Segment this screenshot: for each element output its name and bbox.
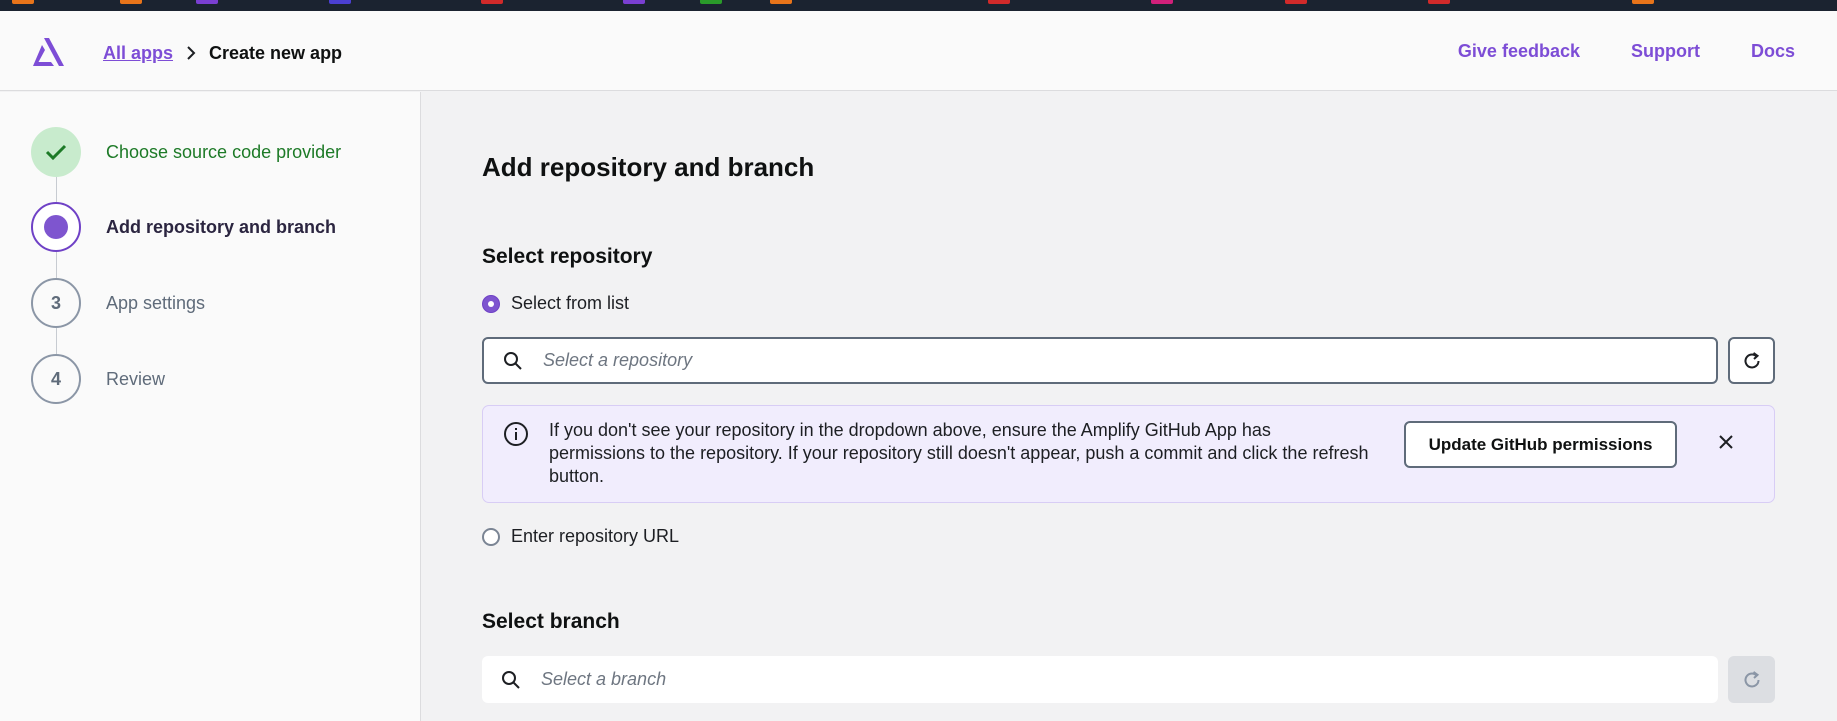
browser-bookmark-strip — [0, 0, 1837, 11]
repository-search-input[interactable] — [543, 350, 1643, 371]
amplify-logo-icon[interactable] — [31, 36, 67, 68]
radio-label: Select from list — [511, 293, 630, 313]
refresh-branches-button[interactable] — [1728, 656, 1775, 703]
radio-label: Enter repository URL — [511, 526, 680, 546]
repository-search[interactable] — [482, 337, 1718, 384]
header-links: Give feedback Support Docs — [1458, 41, 1795, 62]
close-icon[interactable] — [1714, 430, 1738, 454]
refresh-icon — [1744, 670, 1759, 687]
step-label: App settings — [106, 292, 206, 313]
update-github-permissions-button[interactable]: Update GitHub permissions — [1404, 421, 1677, 468]
breadcrumb-all-apps-link[interactable]: All apps — [103, 43, 173, 64]
docs-link[interactable]: Docs — [1751, 41, 1795, 62]
radio-enter-repository-url[interactable]: Enter repository URL — [482, 526, 679, 547]
wizard-steps-sidebar: Choose source code provider Add reposito… — [0, 92, 421, 721]
radio-select-from-list[interactable]: Select from list — [482, 293, 629, 314]
checkmark-icon — [31, 127, 81, 177]
give-feedback-link[interactable]: Give feedback — [1458, 41, 1580, 62]
step-connector — [56, 252, 57, 278]
step-number: 4 — [31, 354, 81, 404]
select-repository-heading: Select repository — [482, 245, 653, 268]
radio-unselected-icon[interactable] — [482, 527, 500, 546]
step-app-settings: 3 App settings — [31, 278, 205, 328]
alert-message: If you don't see your repository in the … — [549, 420, 1369, 486]
step-number: 3 — [31, 278, 81, 328]
app-header: All apps Create new app Give feedback Su… — [0, 11, 1837, 91]
step-label: Review — [106, 368, 166, 389]
search-icon — [503, 350, 525, 372]
main-content: Add repository and branch Select reposit… — [422, 92, 1837, 721]
step-add-repository[interactable]: Add repository and branch — [31, 202, 336, 252]
breadcrumb-current: Create new app — [209, 42, 343, 63]
search-icon — [501, 669, 523, 691]
chevron-right-icon — [173, 43, 209, 63]
refresh-repositories-button[interactable] — [1728, 337, 1775, 384]
branch-search[interactable] — [482, 656, 1718, 703]
refresh-icon — [1744, 351, 1759, 368]
github-permissions-alert: If you don't see your repository in the … — [482, 405, 1775, 503]
step-label: Add repository and branch — [106, 216, 337, 237]
current-step-indicator — [31, 202, 81, 252]
support-link[interactable]: Support — [1631, 41, 1700, 62]
step-connector — [56, 328, 57, 354]
step-label: Choose source code provider — [106, 141, 342, 162]
info-icon — [504, 422, 528, 446]
radio-selected-icon[interactable] — [482, 294, 500, 313]
page-title: Add repository and branch — [482, 152, 815, 182]
step-connector — [56, 177, 57, 202]
branch-search-input[interactable] — [541, 669, 1641, 690]
select-branch-heading: Select branch — [482, 610, 620, 633]
step-choose-source[interactable]: Choose source code provider — [31, 127, 341, 177]
breadcrumb: All apps Create new app — [103, 41, 342, 65]
step-review: 4 Review — [31, 354, 165, 404]
